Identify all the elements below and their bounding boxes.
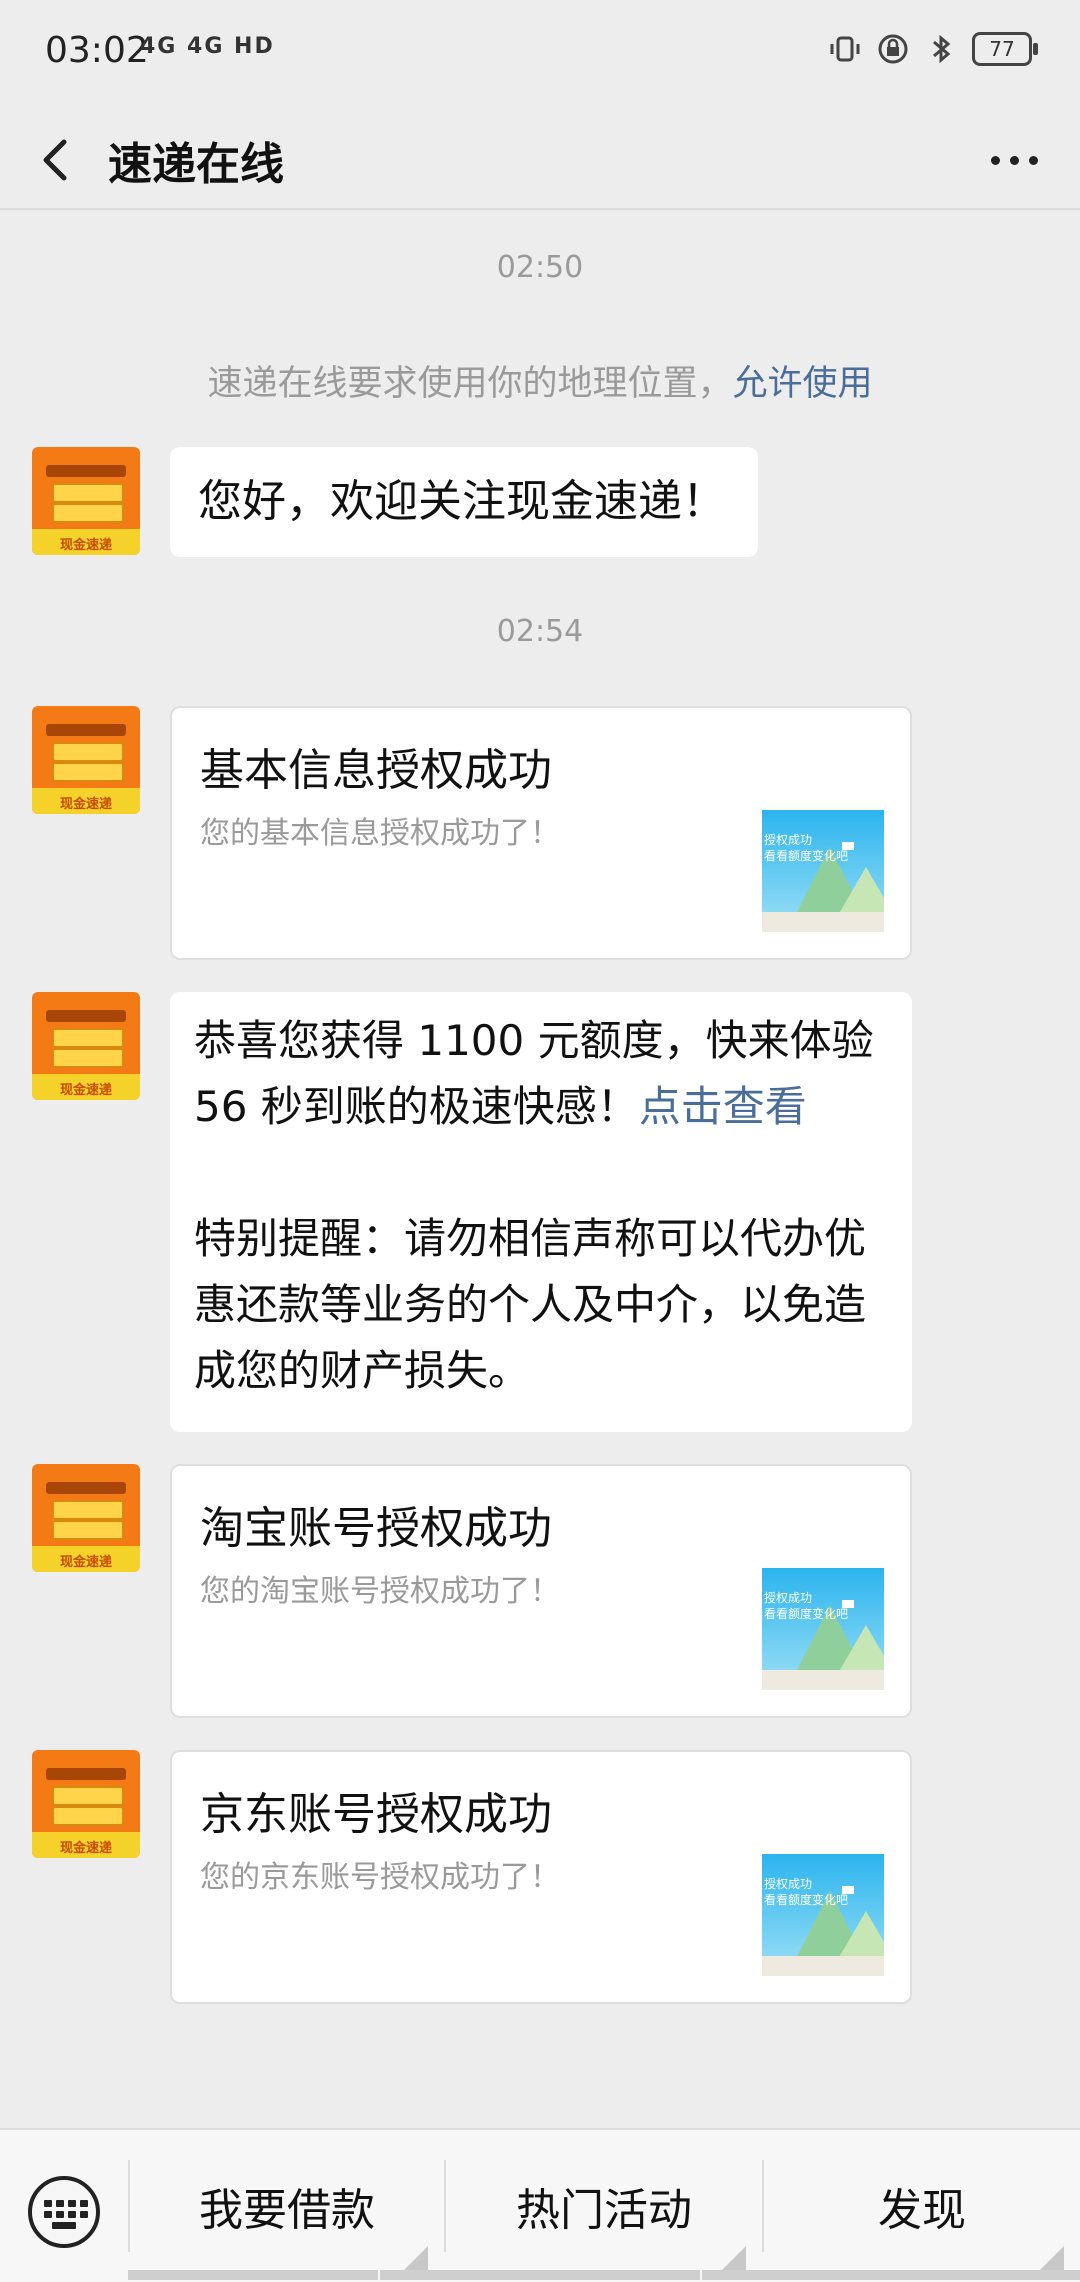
menu-indicator <box>702 2270 1080 2280</box>
promo-message[interactable]: 恭喜您获得 1100 元额度，快来体验 56 秒到账的极速快感！点击查看 特别提… <box>170 992 912 1432</box>
network-indicators: 4G 4G HD <box>140 34 275 59</box>
chat-header: 速递在线 <box>0 110 1080 210</box>
back-icon[interactable] <box>30 128 90 192</box>
welcome-message[interactable]: 您好，欢迎关注现金速递！ <box>170 447 758 557</box>
view-details-link[interactable]: 点击查看 <box>639 1082 807 1131</box>
card-title: 淘宝账号授权成功 <box>200 1503 552 1554</box>
menu-item-borrow[interactable]: 我要借款 <box>130 2130 444 2282</box>
card-subtitle: 您的淘宝账号授权成功了！ <box>200 1574 560 1609</box>
avatar-label: 现金速递 <box>59 1555 112 1570</box>
bottom-menu-bar: 我要借款 热门活动 发现 <box>0 2128 1080 2282</box>
promo-line-1: 恭喜您获得 1100 元额度，快来体验 <box>194 1016 874 1065</box>
notification-card[interactable]: 基本信息授权成功 您的基本信息授权成功了！ 授权成功看看额度变化吧 <box>170 706 912 960</box>
thumbnail-text: 看看额度变化吧 <box>764 1607 849 1621</box>
menu-item-discover[interactable]: 发现 <box>764 2130 1080 2282</box>
card-title: 京东账号授权成功 <box>200 1789 552 1840</box>
status-icons: 77 <box>828 32 1038 66</box>
timestamp: 02:50 <box>496 250 584 285</box>
card-thumbnail: 授权成功看看额度变化吧 <box>762 810 884 932</box>
system-message-text: 速递在线要求使用你的地理位置， <box>207 364 733 404</box>
more-options-icon[interactable] <box>974 132 1054 188</box>
avatar[interactable]: 现金速递 <box>32 706 140 814</box>
promo-line-2: 56 秒到账的极速快感！ <box>194 1082 639 1131</box>
card-subtitle: 您的基本信息授权成功了！ <box>200 816 560 851</box>
notification-card[interactable]: 京东账号授权成功 您的京东账号授权成功了！ 授权成功看看额度变化吧 <box>170 1750 912 2004</box>
status-bar: 03:02 4G 4G HD 77 <box>0 0 1080 110</box>
notification-card[interactable]: 淘宝账号授权成功 您的淘宝账号授权成功了！ 授权成功看看额度变化吧 <box>170 1464 912 1718</box>
keyboard-icon[interactable] <box>28 2176 100 2248</box>
menu-item-hot-activities[interactable]: 热门活动 <box>446 2130 762 2282</box>
avatar-label: 现金速递 <box>59 538 112 553</box>
card-thumbnail: 授权成功看看额度变化吧 <box>762 1568 884 1690</box>
avatar-label: 现金速递 <box>59 797 112 812</box>
thumbnail-text: 看看额度变化吧 <box>764 1893 849 1907</box>
avatar[interactable]: 现金速递 <box>32 992 140 1100</box>
timestamp: 02:54 <box>496 614 584 649</box>
card-subtitle: 您的京东账号授权成功了！ <box>200 1860 560 1895</box>
battery-icon: 77 <box>972 32 1038 66</box>
thumbnail-text: 授权成功 <box>764 1877 813 1891</box>
allow-location-link[interactable]: 允许使用 <box>733 364 873 404</box>
bluetooth-icon <box>933 34 951 64</box>
system-message: 速递在线要求使用你的地理位置，允许使用 <box>0 355 1080 406</box>
card-title: 基本信息授权成功 <box>200 745 552 796</box>
page-title: 速递在线 <box>108 139 284 190</box>
menu-indicator <box>380 2270 700 2280</box>
avatar-label: 现金速递 <box>59 1841 112 1856</box>
thumbnail-text: 看看额度变化吧 <box>764 849 849 863</box>
thumbnail-text: 授权成功 <box>764 1591 813 1605</box>
card-thumbnail: 授权成功看看额度变化吧 <box>762 1854 884 1976</box>
avatar[interactable]: 现金速递 <box>32 447 140 555</box>
header-divider <box>0 208 1080 210</box>
avatar-label: 现金速递 <box>59 1083 112 1098</box>
status-time: 03:02 <box>45 30 149 71</box>
avatar[interactable]: 现金速递 <box>32 1750 140 1858</box>
vibrate-icon <box>830 36 860 62</box>
menu-indicator <box>128 2270 378 2280</box>
thumbnail-text: 授权成功 <box>764 833 813 847</box>
avatar[interactable]: 现金速递 <box>32 1464 140 1572</box>
lock-rotation-icon <box>878 34 908 64</box>
promo-reminder: 特别提醒：请勿相信声称可以代办优惠还款等业务的个人及中介，以免造成您的财产损失。 <box>194 1214 867 1395</box>
